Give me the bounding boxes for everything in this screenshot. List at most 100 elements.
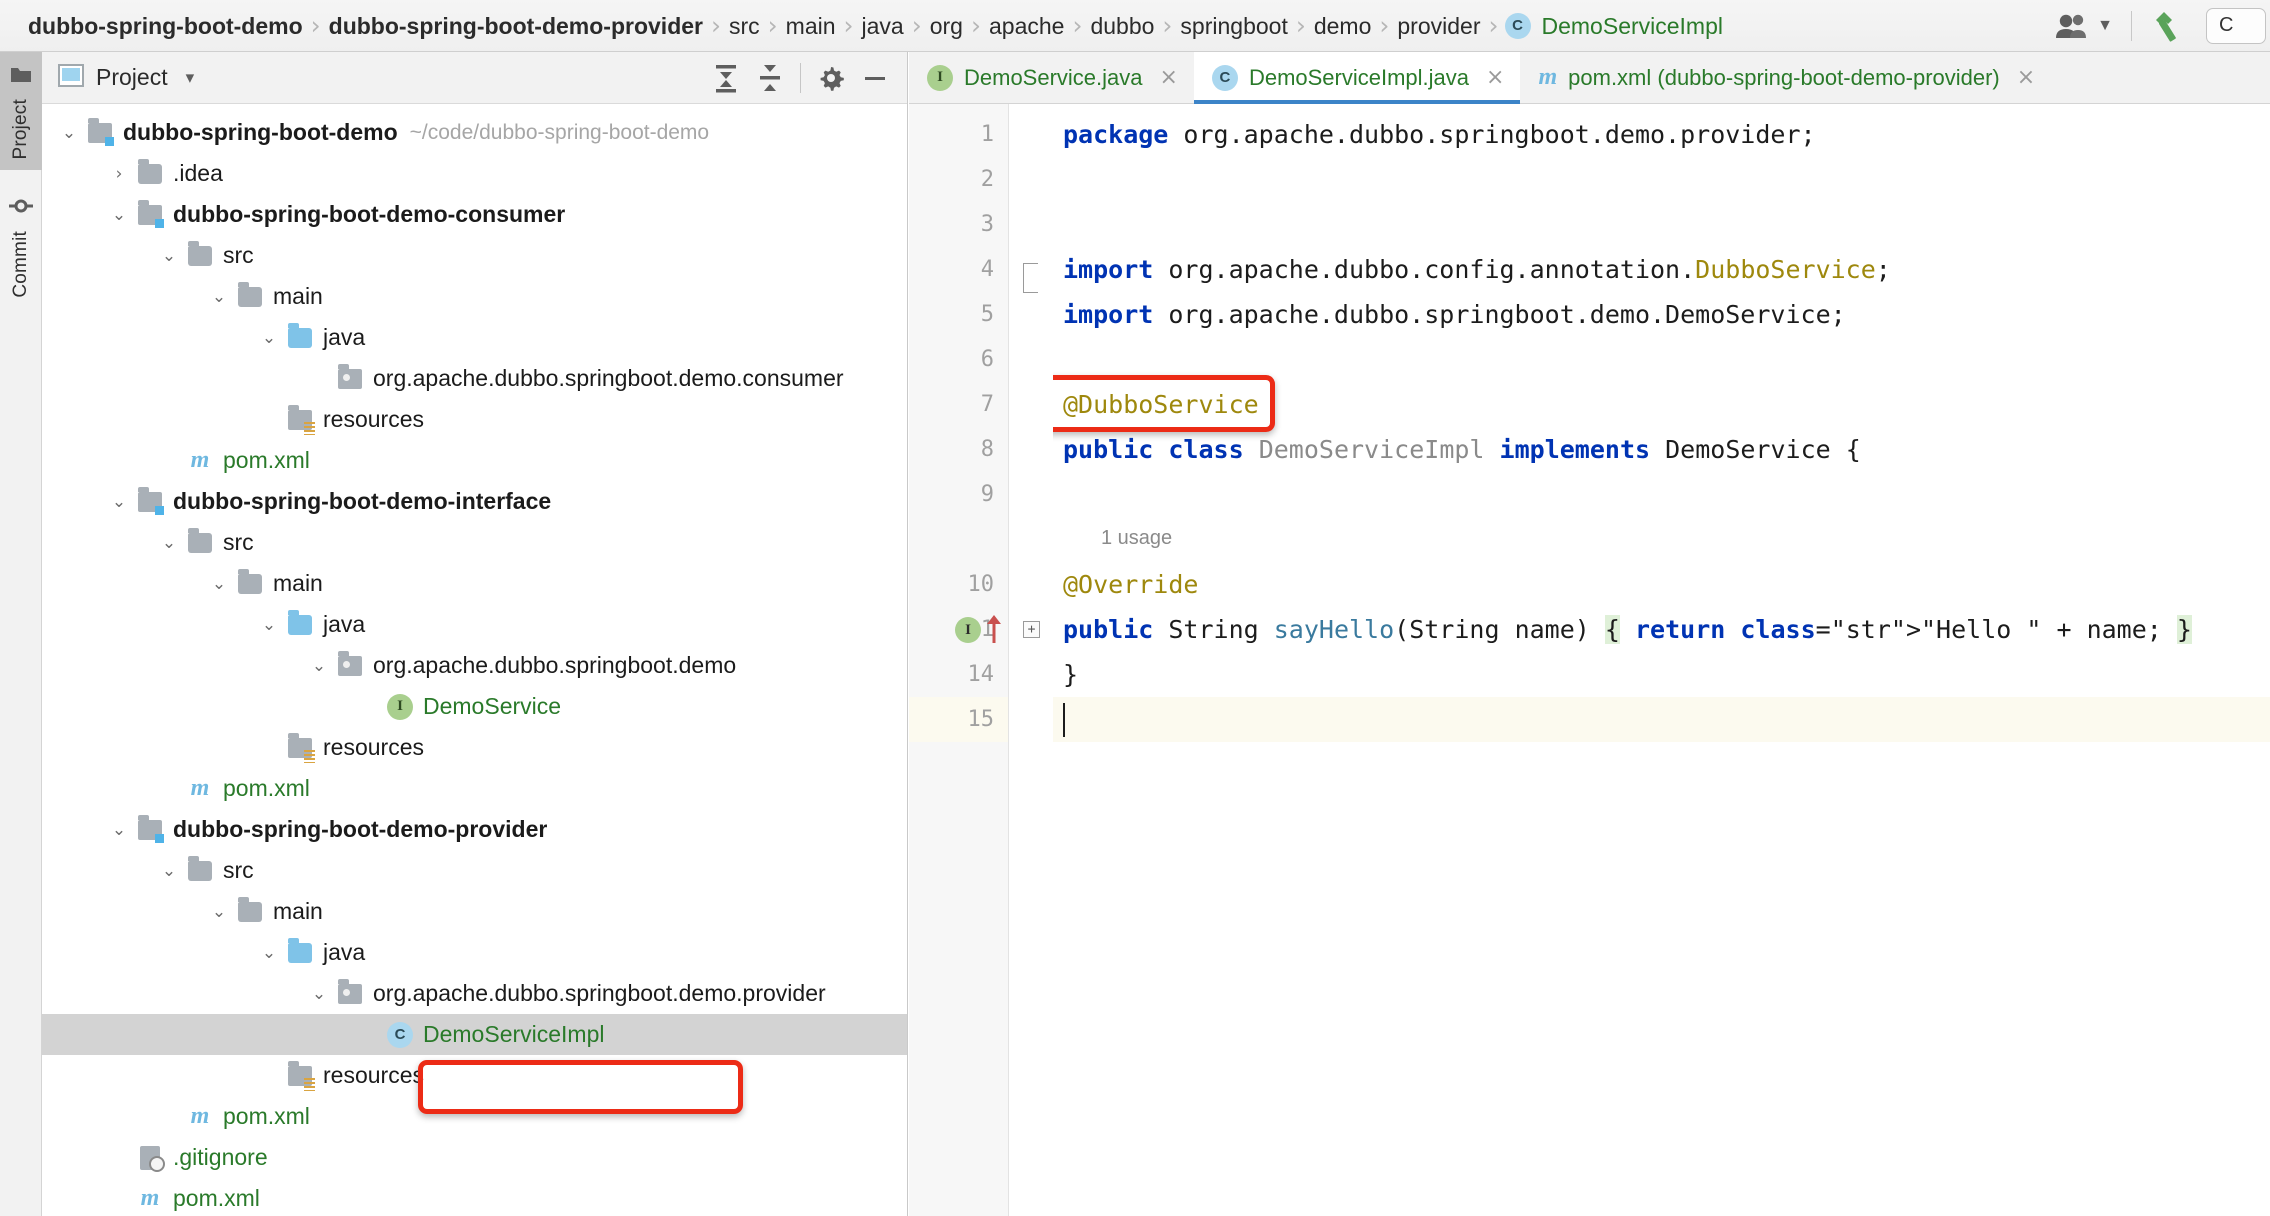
tree-item-java[interactable]: ⌄ java <box>42 932 907 973</box>
run-configuration-selector[interactable]: C <box>2206 7 2266 44</box>
line-number: 2 <box>980 167 994 192</box>
chevron-down-icon[interactable]: ▾ <box>186 68 195 88</box>
tree-item-resources[interactable]: ›resources <box>42 399 907 440</box>
maven-icon: m <box>190 1103 210 1129</box>
editor-code-surface[interactable]: package org.apache.dubbo.springboot.demo… <box>1053 104 2270 1216</box>
sidebar-item-commit[interactable]: Commit <box>0 184 42 308</box>
breadcrumb-item-demo[interactable]: demo <box>1312 0 1374 52</box>
editor-gutter[interactable]: 1234567891011I1415 <box>909 104 1009 1216</box>
minimize-icon[interactable] <box>853 56 897 100</box>
tree-item-resources[interactable]: ›resources <box>42 727 907 768</box>
chevron-right-icon[interactable]: › <box>104 153 134 194</box>
tab-demoserviceimpl-java[interactable]: C DemoServiceImpl.java × <box>1193 52 1521 104</box>
breadcrumb-item-dubbo[interactable]: dubbo <box>1088 0 1156 52</box>
tree-item-main[interactable]: ⌄ main <box>42 276 907 317</box>
tree-item-java[interactable]: ⌄ java <box>42 604 907 645</box>
editor-fold-column[interactable]: + <box>1009 104 1053 1216</box>
tree-item-main[interactable]: ⌄ main <box>42 563 907 604</box>
tab-demoservice-java[interactable]: I DemoService.java × <box>909 52 1194 103</box>
usage-inlay-hint[interactable]: 1 usage <box>1101 517 1172 559</box>
tree-item-java[interactable]: ⌄ java <box>42 317 907 358</box>
breadcrumb-item-src[interactable]: src <box>727 0 762 52</box>
chevron-down-icon[interactable]: ⌄ <box>154 522 184 563</box>
chevron-down-icon[interactable]: ⌄ <box>304 645 334 686</box>
breadcrumb-item-provider[interactable]: provider <box>1395 0 1482 52</box>
tree-item-label: resources <box>323 1062 424 1088</box>
tree-item-main[interactable]: ⌄ main <box>42 891 907 932</box>
user-group-icon[interactable]: ▼ <box>2043 0 2125 52</box>
breadcrumb-item-org[interactable]: org <box>928 0 965 52</box>
chevron-down-icon[interactable]: ⌄ <box>154 850 184 891</box>
chevron-down-icon[interactable]: ⌄ <box>254 932 284 973</box>
tree-item-pom-xml[interactable]: ›mpom.xml <box>42 1178 907 1216</box>
line-number: 8 <box>980 437 994 462</box>
tree-item-src[interactable]: ⌄ src <box>42 235 907 276</box>
chevron-down-icon[interactable]: ⌄ <box>104 809 134 850</box>
chevron-down-icon[interactable]: ⌄ <box>254 317 284 358</box>
top-breadcrumb-bar: dubbo-spring-boot-demo › dubbo-spring-boot… <box>0 0 2270 52</box>
breadcrumb-item-java[interactable]: java <box>860 0 906 52</box>
chevron-down-icon[interactable]: ⌄ <box>54 112 84 153</box>
commit-icon <box>9 196 33 221</box>
tree-item--idea[interactable]: › .idea <box>42 153 907 194</box>
chevron-down-icon[interactable]: ⌄ <box>204 563 234 604</box>
toolbar-divider <box>2131 10 2132 41</box>
breadcrumb-item-demoserviceimpl[interactable]: C DemoServiceImpl <box>1504 0 1726 52</box>
tree-item-label: dubbo-spring-boot-demo-provider <box>173 816 548 842</box>
tree-item-label: org.apache.dubbo.springboot.demo <box>373 652 737 678</box>
tree-item-org-apache-dubbo-springboot-demo-provider[interactable]: ⌄ org.apache.dubbo.springboot.demo.provid… <box>42 973 907 1014</box>
project-panel-title: Project <box>96 64 168 90</box>
tree-item--gitignore[interactable]: ›.gitignore <box>42 1137 907 1178</box>
close-icon[interactable]: × <box>1160 65 1178 90</box>
breadcrumb-item-dubbo-spring-boot-demo[interactable]: dubbo-spring-boot-demo <box>26 0 305 52</box>
chevron-down-icon[interactable]: ⌄ <box>204 891 234 932</box>
tree-item-demoservice[interactable]: ›IDemoService <box>42 686 907 727</box>
close-icon[interactable]: × <box>1486 65 1504 90</box>
hammer-build-icon[interactable] <box>2138 0 2198 52</box>
tree-item-dubbo-spring-boot-demo-interface[interactable]: ⌄ dubbo-spring-boot-demo-interface <box>42 481 907 522</box>
code-editor[interactable]: 1234567891011I1415 + package org.apache.… <box>909 104 2270 1216</box>
tree-item-src[interactable]: ⌄ src <box>42 522 907 563</box>
tab-label: pom.xml (dubbo-spring-boot-demo-provider… <box>1568 64 2000 90</box>
tree-item-label: resources <box>323 406 424 432</box>
chevron-down-icon[interactable]: ⌄ <box>304 973 334 1014</box>
line-number: 3 <box>980 212 994 237</box>
breadcrumb-item-main[interactable]: main <box>784 0 838 52</box>
chevron-down-icon[interactable]: ⌄ <box>104 194 134 235</box>
tree-item-resources[interactable]: ›resources <box>42 1055 907 1096</box>
chevron-down-icon[interactable]: ⌄ <box>254 604 284 645</box>
chevron-down-icon[interactable]: ⌄ <box>154 235 184 276</box>
code-line: } <box>1063 660 1079 689</box>
override-arrow-icon[interactable] <box>985 613 1003 650</box>
breadcrumb-item-apache[interactable]: apache <box>987 0 1066 52</box>
tree-item-pom-xml[interactable]: ›mpom.xml <box>42 1096 907 1137</box>
tree-item-demoserviceimpl[interactable]: ›CDemoServiceImpl <box>42 1014 907 1055</box>
tree-item-dubbo-spring-boot-demo[interactable]: ⌄ dubbo-spring-boot-demo ~/code/dubbo-spri… <box>42 112 907 153</box>
tree-item-pom-xml[interactable]: ›mpom.xml <box>42 768 907 809</box>
tree-item-pom-xml[interactable]: ›mpom.xml <box>42 440 907 481</box>
tree-item-org-apache-dubbo-springboot-demo[interactable]: ⌄ org.apache.dubbo.springboot.demo <box>42 645 907 686</box>
expand-all-icon[interactable] <box>704 56 748 100</box>
tree-item-dubbo-spring-boot-demo-consumer[interactable]: ⌄ dubbo-spring-boot-demo-consumer <box>42 194 907 235</box>
fold-expand-icon[interactable]: + <box>1023 621 1040 638</box>
project-tool-window: Project ▾ ⌄ dubbo-spring-boot-demo ~/cod… <box>42 52 908 1216</box>
implements-method-gutter-icon[interactable]: I <box>955 617 981 643</box>
breadcrumb-item-springboot[interactable]: springboot <box>1178 0 1289 52</box>
tree-item-dubbo-spring-boot-demo-provider[interactable]: ⌄ dubbo-spring-boot-demo-provider <box>42 809 907 850</box>
gear-icon[interactable] <box>809 56 853 100</box>
tree-item-label: org.apache.dubbo.springboot.demo.consume… <box>373 365 844 391</box>
sidebar-item-project[interactable]: Project <box>0 52 42 170</box>
close-icon[interactable]: × <box>2017 65 2035 90</box>
project-file-tree[interactable]: ⌄ dubbo-spring-boot-demo ~/code/dubbo-spri… <box>42 104 907 1216</box>
tree-item-label: main <box>273 898 323 924</box>
breadcrumb-item-dubbo-spring-boot-demo-provider[interactable]: dubbo-spring-boot-demo-provider <box>327 0 705 52</box>
tree-item-label: pom.xml <box>223 775 310 801</box>
fold-imports-icon[interactable] <box>1023 263 1038 293</box>
tab-pom-xml-dubbo-spring-boot-demo-provider-[interactable]: m pom.xml (dubbo-spring-boot-demo-provide… <box>1520 52 2051 103</box>
tree-item-org-apache-dubbo-springboot-demo-consumer[interactable]: ›org.apache.dubbo.springboot.demo.consum… <box>42 358 907 399</box>
collapse-all-icon[interactable] <box>748 56 792 100</box>
chevron-down-icon[interactable]: ⌄ <box>104 481 134 522</box>
breadcrumb-separator: › <box>1072 10 1083 40</box>
chevron-down-icon[interactable]: ⌄ <box>204 276 234 317</box>
tree-item-src[interactable]: ⌄ src <box>42 850 907 891</box>
